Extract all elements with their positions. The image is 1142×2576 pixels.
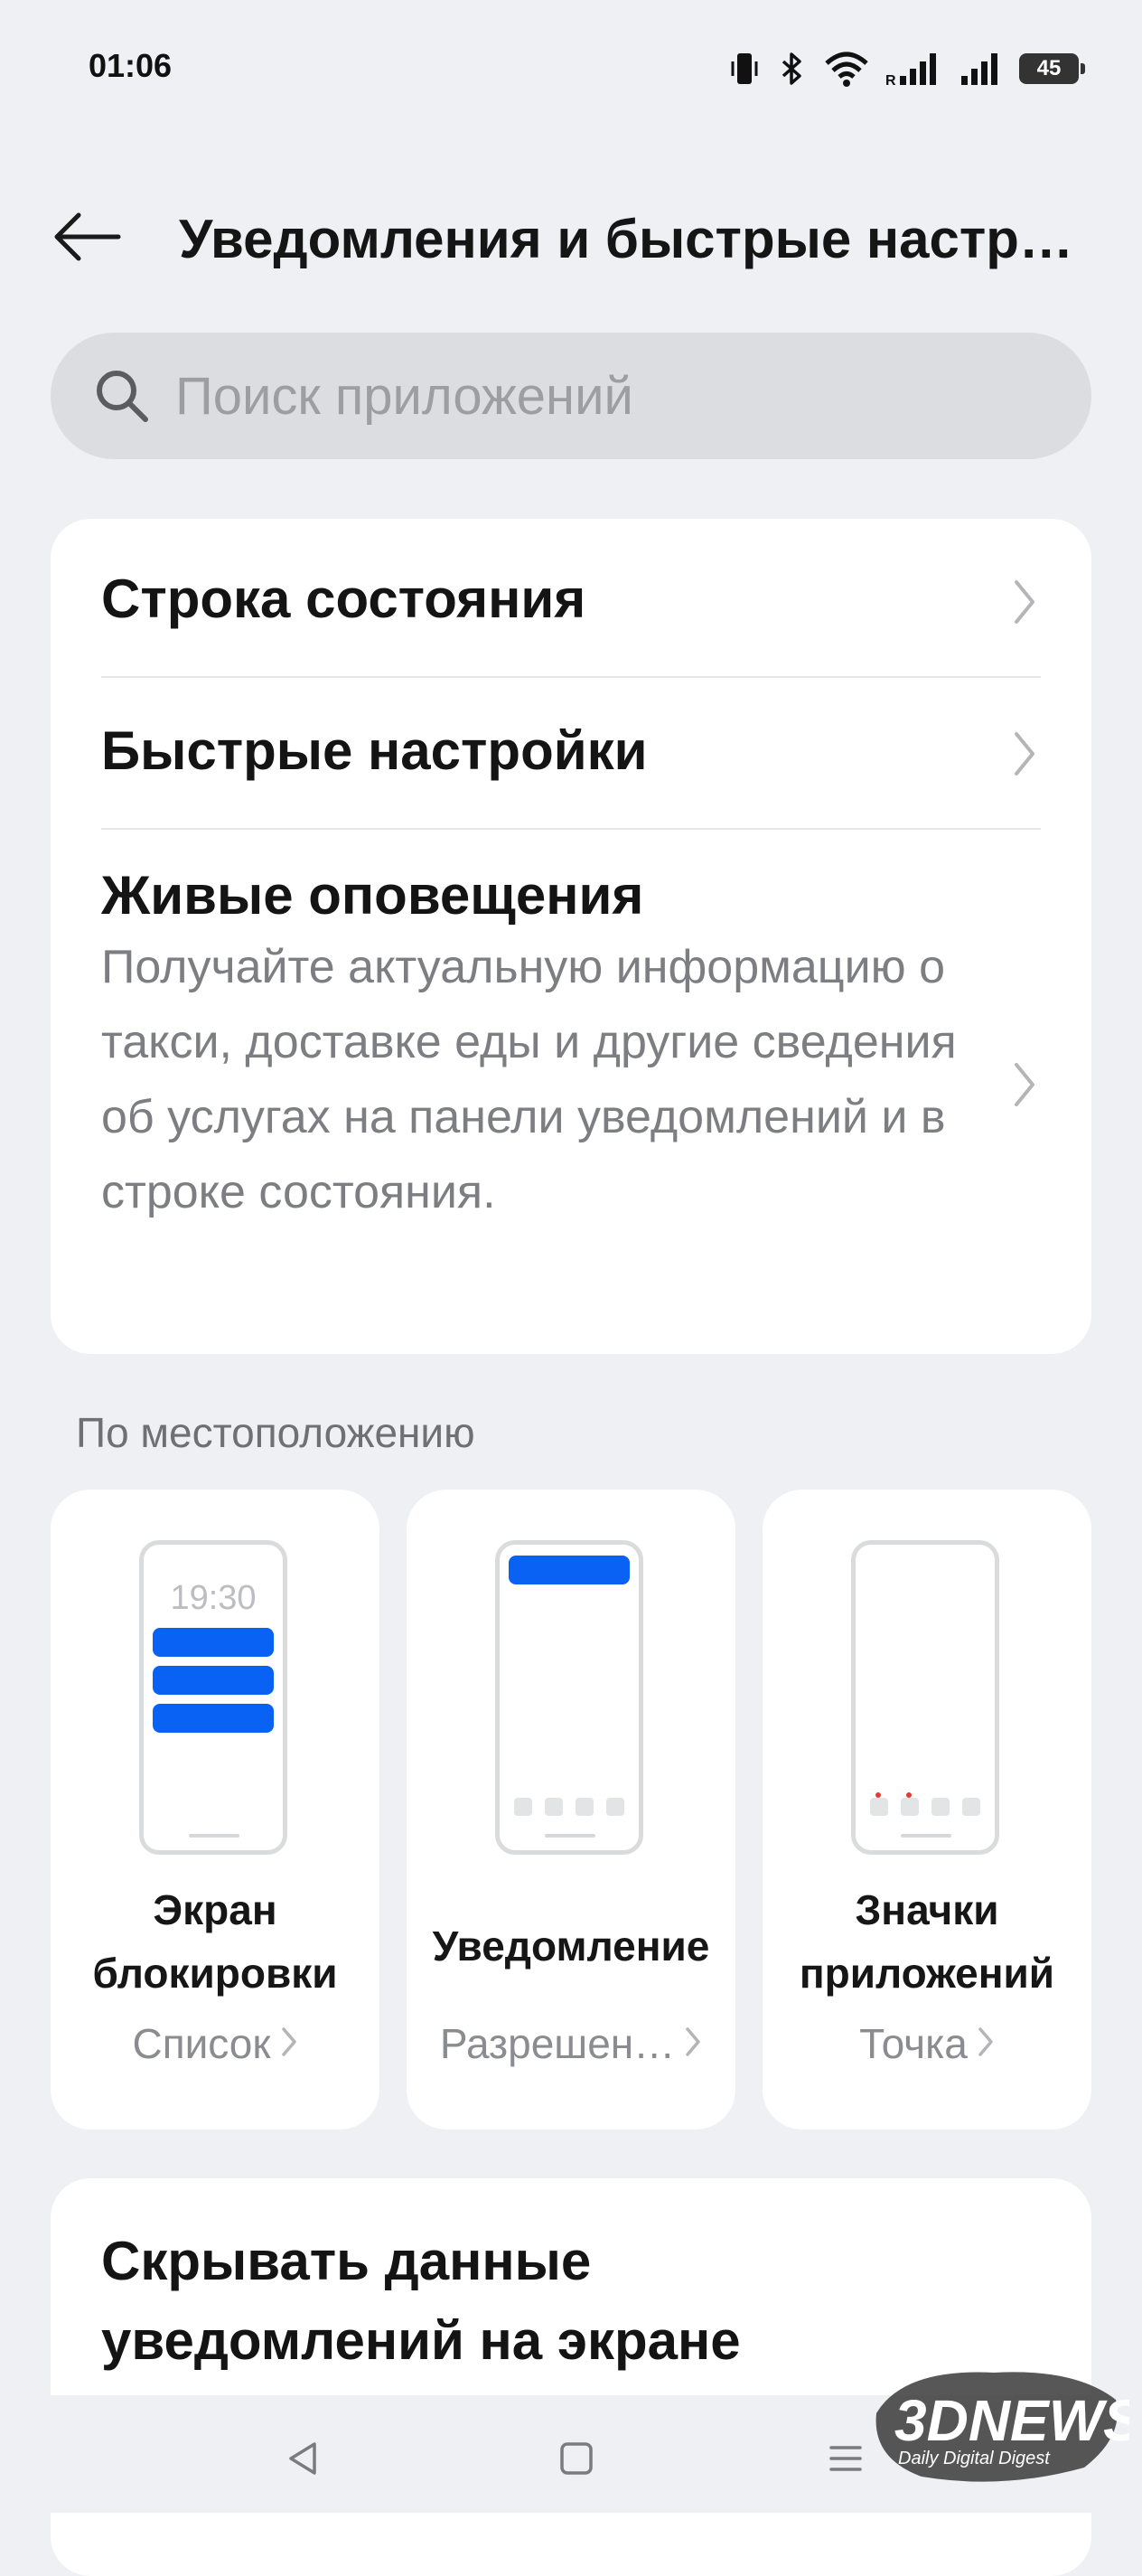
chevron-right-icon <box>1006 575 1043 629</box>
card-value-text: Точка <box>859 2020 968 2067</box>
card-label: Значки приложений <box>799 1886 1055 1997</box>
home-bar <box>545 1834 595 1838</box>
item-title: Строка состояния <box>101 569 586 629</box>
notification-bar <box>153 1628 274 1657</box>
nav-home-button[interactable] <box>540 2422 613 2495</box>
item-title: Живые оповещения <box>101 865 644 926</box>
home-bar <box>189 1834 239 1838</box>
wifi-icon <box>824 51 869 87</box>
signal-icon: R <box>885 51 943 87</box>
card-label: Экран блокировки <box>92 1886 338 1997</box>
triangle-back-icon <box>289 2442 316 2475</box>
signal-icon <box>959 51 1003 87</box>
status-time: 01:06 <box>89 47 173 84</box>
watermark-tagline: Daily Digital Digest <box>898 2449 1051 2468</box>
header: Уведомления и быстрые настр… <box>0 190 1142 280</box>
notification-bar <box>153 1704 274 1733</box>
search-icon <box>90 364 154 428</box>
svg-text:R: R <box>885 73 896 87</box>
home-bar <box>901 1834 951 1838</box>
chevron-right-icon <box>684 2019 702 2068</box>
notification-style-card[interactable]: Уведомление Разрешен… <box>407 1490 735 2129</box>
chevron-right-icon <box>977 2019 995 2068</box>
settings-card: Строка состояния Быстрые настройки Живые… <box>51 519 1091 1354</box>
bluetooth-icon <box>777 51 808 87</box>
lock-screen-card[interactable]: 19:30 Экран блокировки Список <box>51 1490 379 2129</box>
divider <box>101 828 1041 830</box>
card-value: Точка <box>763 2019 1091 2068</box>
preview-clock: 19:30 <box>170 1579 257 1617</box>
battery-level: 45 <box>1036 56 1062 80</box>
notification-preview <box>495 1540 643 1855</box>
notification-bar <box>509 1556 630 1584</box>
vibrate-icon <box>728 51 761 87</box>
nav-back-button[interactable] <box>267 2422 340 2495</box>
card-label: Уведомление <box>432 1923 710 1970</box>
page-title: Уведомления и быстрые настр… <box>179 209 1073 269</box>
app-icons-card[interactable]: Значки приложений Точка <box>763 1490 1091 2129</box>
app-icons-preview <box>851 1540 999 1855</box>
card-value: Разрешен… <box>407 2019 735 2068</box>
search-input[interactable]: Поиск приложений <box>51 333 1091 459</box>
preview-dock <box>870 1792 980 1816</box>
live-alerts-item[interactable]: Живые оповещения Получайте актуальную ин… <box>101 864 1041 1325</box>
status-icons: R 45 <box>728 49 1085 89</box>
battery-icon: 45 <box>1019 53 1085 84</box>
chevron-right-icon <box>1006 1058 1043 1112</box>
square-home-icon <box>560 2442 593 2475</box>
menu-lines-icon <box>829 2446 862 2471</box>
back-button[interactable] <box>47 201 128 273</box>
card-value: Список <box>51 2019 379 2068</box>
card-value-text: Разрешен… <box>439 2020 676 2067</box>
card-value-text: Список <box>132 2020 271 2067</box>
item-title: Быстрые настройки <box>101 720 648 781</box>
status-bar-settings-item[interactable]: Строка состояния <box>101 568 1041 640</box>
back-arrow-icon <box>54 212 121 261</box>
item-description: Получайте актуальную информацию о такси,… <box>101 941 957 1218</box>
divider <box>101 676 1041 678</box>
status-bar: 01:06 R 45 <box>0 0 1142 136</box>
search-placeholder: Поиск приложений <box>175 366 633 426</box>
chevron-right-icon <box>1006 727 1043 781</box>
preview-dock <box>514 1798 624 1816</box>
watermark-logo: 3DNEWS Daily Digital Digest <box>867 2350 1142 2495</box>
quick-settings-item[interactable]: Быстрые настройки <box>101 719 1041 792</box>
watermark-brand: 3DNEWS <box>894 2388 1129 2453</box>
item-title: Скрывать данные уведомлений на экране <box>101 2231 741 2371</box>
section-title: По местоположению <box>76 1409 475 1456</box>
notification-bar <box>153 1666 274 1695</box>
lock-screen-preview: 19:30 <box>139 1540 287 1855</box>
chevron-right-icon <box>280 2019 298 2068</box>
